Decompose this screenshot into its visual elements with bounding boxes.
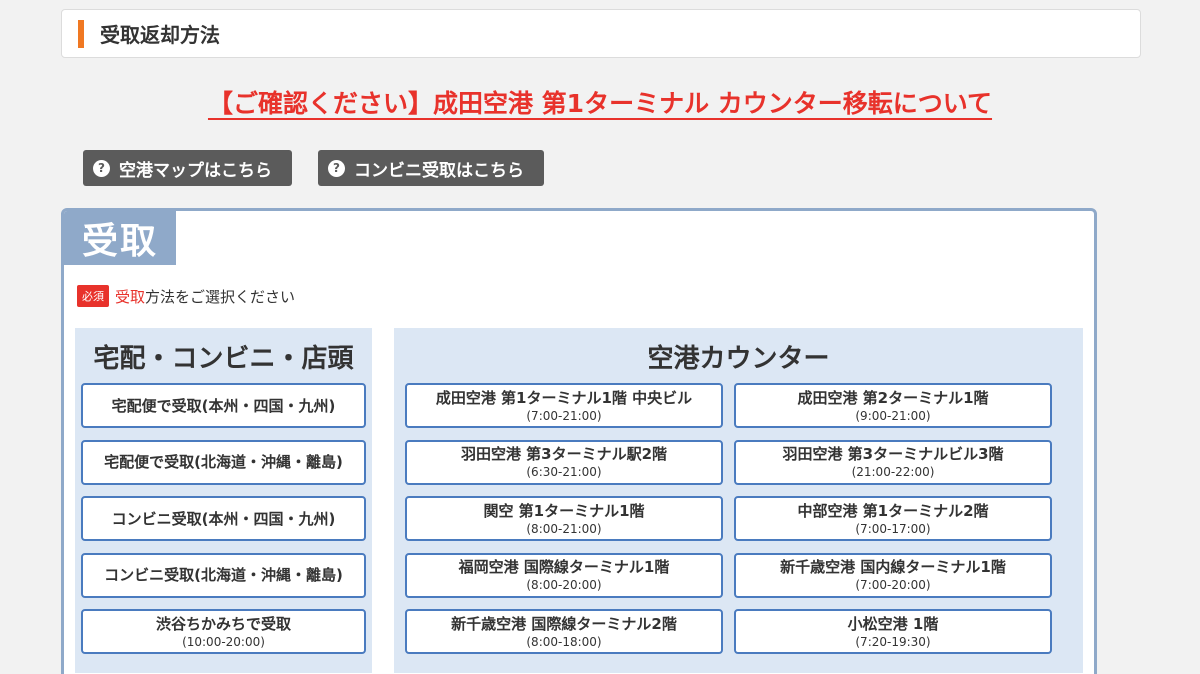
section-header: 受取返却方法 bbox=[61, 9, 1141, 58]
receive-option[interactable]: 羽田空港 第3ターミナル駅2階 (6:30-21:00) bbox=[405, 439, 723, 485]
receive-panel: 受取 必須 受取 方法をご選択ください 宅配・コンビニ・店頭 宅配便で受取(本州… bbox=[61, 208, 1097, 674]
page-title: 受取返却方法 bbox=[100, 23, 220, 47]
option-hours: (10:00-20:00) bbox=[182, 634, 265, 649]
option-hours: (8:00-20:00) bbox=[526, 578, 602, 592]
airport-map-label: 空港マップはこちら bbox=[119, 160, 272, 181]
receive-option[interactable]: 宅配便で受取(北海道・沖縄・離島) bbox=[81, 439, 366, 485]
convenience-store-label: コンビニ受取はこちら bbox=[354, 160, 524, 181]
option-hours: (21:00-22:00) bbox=[851, 465, 935, 479]
delivery-column-title: 宅配・コンビニ・店頭 bbox=[93, 344, 354, 374]
notice-link[interactable]: 【ご確認ください】成田空港 第1ターミナル カウンター移転について bbox=[208, 89, 992, 118]
question-circle-icon: ? bbox=[93, 159, 110, 177]
instruction-text: 方法をご選択ください bbox=[145, 287, 296, 306]
option-name: コンビニ受取(北海道・沖縄・離島) bbox=[104, 566, 343, 584]
option-name: 成田空港 第1ターミナル1階 中央ビル bbox=[435, 388, 693, 407]
header-accent-bar bbox=[78, 19, 84, 48]
receive-option[interactable]: 福岡空港 国際線ターミナル1階 (8:00-20:00) bbox=[405, 552, 723, 598]
option-hours: (7:00-20:00) bbox=[855, 578, 931, 592]
option-hours: (8:00-21:00) bbox=[526, 521, 602, 536]
receive-option[interactable]: 新千歳空港 国際線ターミナル2階 (8:00-18:00) bbox=[405, 609, 723, 654]
option-name: 宅配便で受取(本州・四国・九州) bbox=[111, 396, 336, 415]
option-name: 成田空港 第2ターミナル1階 bbox=[797, 388, 989, 407]
option-name: 宅配便で受取(北海道・沖縄・離島) bbox=[104, 453, 343, 471]
receive-option[interactable]: 中部空港 第1ターミナル2階 (7:00-17:00) bbox=[734, 496, 1052, 541]
airport-column-title: 空港カウンター bbox=[647, 344, 830, 374]
option-name: コンビニ受取(本州・四国・九州) bbox=[111, 509, 336, 528]
option-hours: (7:00-17:00) bbox=[855, 521, 931, 536]
question-circle-icon: ? bbox=[328, 159, 345, 177]
option-name: 小松空港 1階 bbox=[847, 614, 939, 633]
airport-column: 空港カウンター 成田空港 第1ターミナル1階 中央ビル (7:00-21:00) 成… bbox=[394, 328, 1083, 673]
option-hours: (7:00-21:00) bbox=[526, 408, 602, 423]
receive-option[interactable]: 宅配便で受取(本州・四国・九州) bbox=[81, 383, 366, 428]
option-name: 羽田空港 第3ターミナル駅2階 bbox=[460, 445, 668, 463]
option-name: 渋谷ちかみちで受取 bbox=[155, 614, 291, 633]
option-name: 中部空港 第1ターミナル2階 bbox=[797, 501, 989, 520]
instruction-highlight: 受取 bbox=[115, 287, 146, 306]
receive-option[interactable]: 成田空港 第1ターミナル1階 中央ビル (7:00-21:00) bbox=[405, 383, 723, 428]
receive-option[interactable]: 新千歳空港 国内線ターミナル1階 (7:00-20:00) bbox=[734, 552, 1052, 598]
receive-option[interactable]: 小松空港 1階 (7:20-19:30) bbox=[734, 609, 1052, 654]
option-name: 新千歳空港 国内線ターミナル1階 bbox=[780, 558, 1006, 576]
notice-container: 【ご確認ください】成田空港 第1ターミナル カウンター移転について bbox=[0, 84, 1200, 120]
receive-option[interactable]: コンビニ受取(本州・四国・九州) bbox=[81, 496, 366, 541]
option-hours: (8:00-18:00) bbox=[526, 634, 602, 649]
receive-option[interactable]: コンビニ受取(北海道・沖縄・離島) bbox=[81, 552, 366, 598]
option-name: 羽田空港 第3ターミナルビル3階 bbox=[782, 445, 1004, 463]
required-instruction: 必須 受取 方法をご選択ください bbox=[77, 285, 295, 307]
receive-option[interactable]: 渋谷ちかみちで受取 (10:00-20:00) bbox=[81, 609, 366, 654]
airport-map-button[interactable]: ? 空港マップはこちら bbox=[83, 150, 292, 186]
option-hours: (9:00-21:00) bbox=[855, 408, 931, 423]
required-badge: 必須 bbox=[77, 285, 109, 307]
option-name: 関空 第1ターミナル1階 bbox=[483, 501, 645, 520]
option-name: 新千歳空港 国際線ターミナル2階 bbox=[451, 614, 677, 633]
receive-tag: 受取 bbox=[64, 211, 176, 265]
receive-option[interactable]: 羽田空港 第3ターミナルビル3階 (21:00-22:00) bbox=[734, 439, 1052, 485]
receive-option[interactable]: 関空 第1ターミナル1階 (8:00-21:00) bbox=[405, 496, 723, 541]
option-name: 福岡空港 国際線ターミナル1階 bbox=[458, 558, 670, 576]
delivery-column: 宅配・コンビニ・店頭 宅配便で受取(本州・四国・九州) 宅配便で受取(北海道・沖縄… bbox=[75, 328, 372, 673]
option-hours: (7:20-19:30) bbox=[855, 634, 931, 649]
receive-option[interactable]: 成田空港 第2ターミナル1階 (9:00-21:00) bbox=[734, 383, 1052, 428]
option-hours: (6:30-21:00) bbox=[526, 465, 602, 479]
convenience-store-button[interactable]: ? コンビニ受取はこちら bbox=[318, 150, 544, 186]
